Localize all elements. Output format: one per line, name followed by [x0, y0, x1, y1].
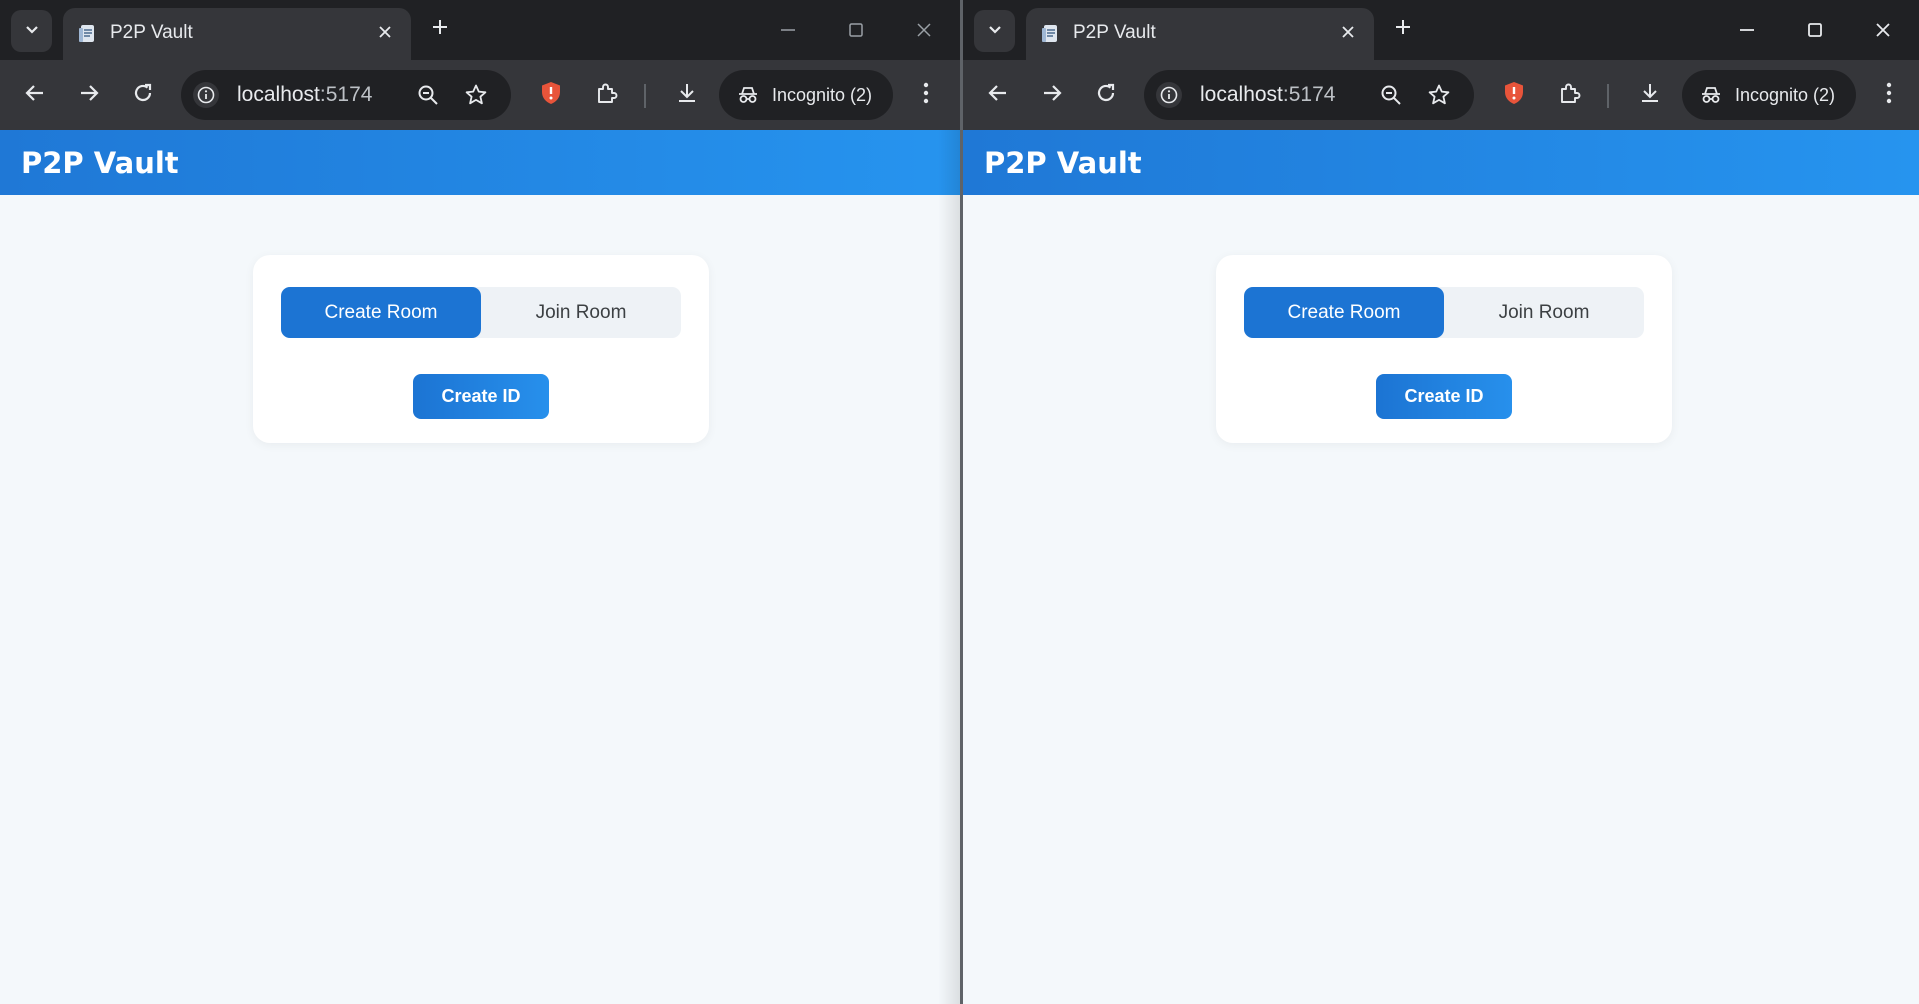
document-icon: [77, 23, 99, 45]
browser-menu-button[interactable]: [1869, 75, 1909, 115]
join-room-tab[interactable]: Join Room: [1444, 287, 1644, 338]
close-window-button[interactable]: [906, 12, 942, 48]
room-card: Create Room Join Room Create ID: [1216, 255, 1672, 443]
puzzle-icon: [1558, 81, 1582, 110]
incognito-label: Incognito (2): [772, 85, 873, 105]
arrow-right-icon: [1041, 82, 1063, 109]
close-icon[interactable]: [373, 20, 397, 44]
url-port: :5174: [319, 83, 373, 106]
minimize-button[interactable]: [770, 12, 806, 48]
browser-toolbar: localhost:5174 Incognito (2): [0, 60, 960, 130]
kebab-menu-icon: [1885, 81, 1893, 110]
tab-search-button[interactable]: [974, 10, 1015, 52]
room-mode-toggle: Create Room Join Room: [281, 287, 681, 338]
zoom-out-icon[interactable]: [413, 80, 443, 110]
address-bar[interactable]: localhost:5174: [181, 70, 511, 120]
browser-window-right: P2P Vault localhost:5174 Incognito (2) P…: [963, 0, 1919, 1004]
browser-tab[interactable]: P2P Vault: [63, 8, 411, 60]
document-icon: [1040, 23, 1062, 45]
reload-button[interactable]: [1086, 75, 1126, 115]
back-button[interactable]: [15, 75, 55, 115]
shield-icon: [1501, 80, 1527, 111]
incognito-label: Incognito (2): [1735, 85, 1836, 105]
browser-menu-button[interactable]: [906, 75, 946, 115]
browser-tab[interactable]: P2P Vault: [1026, 8, 1374, 60]
new-tab-button[interactable]: [425, 14, 455, 44]
puzzle-icon: [595, 81, 619, 110]
maximize-button[interactable]: [838, 12, 874, 48]
extensions-button[interactable]: [587, 75, 627, 115]
star-icon[interactable]: [1424, 80, 1454, 110]
url-host: localhost: [1200, 83, 1283, 106]
info-icon[interactable]: [1156, 82, 1182, 108]
browser-window-left: P2P Vault localhost:5174 Incognito (2) P…: [0, 0, 960, 1004]
shield-extension-button[interactable]: [1494, 75, 1534, 115]
arrow-left-icon: [987, 82, 1009, 109]
close-icon[interactable]: [1336, 20, 1360, 44]
browser-toolbar: localhost:5174 Incognito (2): [963, 60, 1919, 130]
incognito-profile-button[interactable]: Incognito (2): [1682, 70, 1856, 120]
new-tab-button[interactable]: [1388, 14, 1418, 44]
room-mode-toggle: Create Room Join Room: [1244, 287, 1644, 338]
plus-icon: [431, 18, 449, 41]
create-id-button[interactable]: Create ID: [413, 374, 549, 419]
download-icon: [1638, 81, 1662, 110]
arrow-left-icon: [24, 82, 46, 109]
tab-search-button[interactable]: [11, 10, 52, 52]
create-room-tab[interactable]: Create Room: [1244, 287, 1444, 338]
back-button[interactable]: [978, 75, 1018, 115]
forward-button[interactable]: [1032, 75, 1072, 115]
extensions-button[interactable]: [1550, 75, 1590, 115]
minimize-button[interactable]: [1729, 12, 1765, 48]
reload-button[interactable]: [123, 75, 163, 115]
shield-extension-button[interactable]: [531, 75, 571, 115]
incognito-icon: [735, 82, 761, 108]
tab-title: P2P Vault: [110, 22, 193, 43]
toolbar-separator: [1607, 84, 1609, 108]
url-text: localhost:5174: [237, 82, 372, 108]
create-id-button[interactable]: Create ID: [1376, 374, 1512, 419]
room-card: Create Room Join Room Create ID: [253, 255, 709, 443]
zoom-out-icon[interactable]: [1376, 80, 1406, 110]
download-icon: [675, 81, 699, 110]
downloads-button[interactable]: [1630, 75, 1670, 115]
url-host: localhost: [237, 83, 320, 106]
title-bar: P2P Vault: [0, 0, 960, 60]
reload-icon: [132, 82, 154, 109]
incognito-profile-button[interactable]: Incognito (2): [719, 70, 893, 120]
kebab-menu-icon: [922, 81, 930, 110]
info-icon[interactable]: [193, 82, 219, 108]
app-title: P2P Vault: [21, 146, 179, 180]
forward-button[interactable]: [69, 75, 109, 115]
url-text: localhost:5174: [1200, 82, 1335, 108]
chevron-down-icon: [24, 21, 40, 42]
incognito-icon: [1698, 82, 1724, 108]
close-window-button[interactable]: [1865, 12, 1901, 48]
downloads-button[interactable]: [667, 75, 707, 115]
toolbar-separator: [644, 84, 646, 108]
title-bar: P2P Vault: [963, 0, 1919, 60]
star-icon[interactable]: [461, 80, 491, 110]
chevron-down-icon: [987, 21, 1003, 42]
shield-icon: [538, 80, 564, 111]
join-room-tab[interactable]: Join Room: [481, 287, 681, 338]
plus-icon: [1394, 18, 1412, 41]
app-header: P2P Vault: [0, 130, 960, 195]
reload-icon: [1095, 82, 1117, 109]
create-room-tab[interactable]: Create Room: [281, 287, 481, 338]
url-port: :5174: [1282, 83, 1336, 106]
address-bar[interactable]: localhost:5174: [1144, 70, 1474, 120]
app-title: P2P Vault: [984, 146, 1142, 180]
arrow-right-icon: [78, 82, 100, 109]
tab-title: P2P Vault: [1073, 22, 1156, 43]
maximize-button[interactable]: [1797, 12, 1833, 48]
app-header: P2P Vault: [963, 130, 1919, 195]
